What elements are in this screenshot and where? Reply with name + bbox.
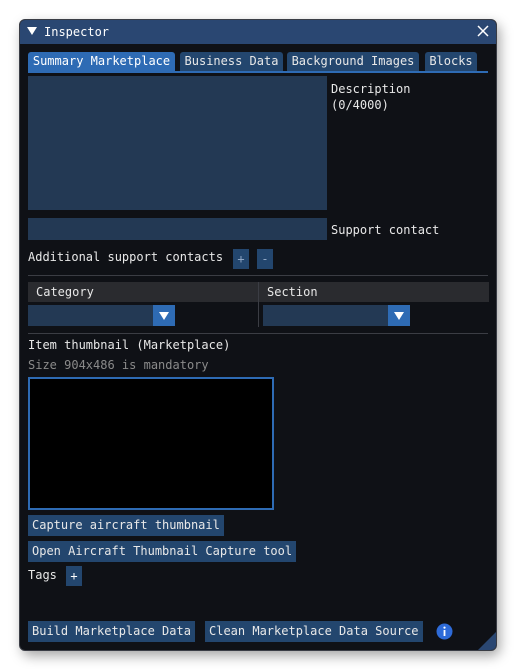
section-header: Section <box>259 282 489 302</box>
collapse-arrow-icon[interactable] <box>26 25 38 37</box>
open-capture-tool-button[interactable]: Open Aircraft Thumbnail Capture tool <box>28 541 297 562</box>
support-contact-input[interactable] <box>28 218 327 240</box>
capture-thumbnail-button[interactable]: Capture aircraft thumbnail <box>28 515 224 536</box>
build-marketplace-data-button[interactable]: Build Marketplace Data <box>28 621 195 642</box>
thumbnail-label: Item thumbnail (Marketplace) <box>28 338 231 352</box>
additional-contacts-label: Additional support contacts <box>28 250 224 264</box>
info-icon[interactable] <box>436 623 453 640</box>
thumbnail-hint: Size 904x486 is mandatory <box>28 358 209 372</box>
close-icon[interactable] <box>476 24 490 38</box>
thumbnail-preview[interactable] <box>28 377 274 510</box>
category-dropdown[interactable] <box>28 305 175 326</box>
remove-contact-button[interactable]: - <box>257 249 273 269</box>
separator <box>28 275 488 276</box>
window-title: Inspector <box>44 25 110 39</box>
category-header: Category <box>28 282 258 302</box>
section-dropdown-button[interactable] <box>388 305 410 326</box>
chevron-down-icon <box>394 312 404 320</box>
tab-business-data[interactable]: Business Data <box>180 52 283 71</box>
section-dropdown[interactable] <box>263 305 410 326</box>
support-contact-label: Support contact <box>331 223 440 237</box>
description-label: Description (0/4000) <box>331 82 411 112</box>
clean-marketplace-data-source-button[interactable]: Clean Marketplace Data Source <box>205 621 423 642</box>
tab-background-images[interactable]: Background Images <box>287 52 419 71</box>
tags-label: Tags <box>28 568 57 582</box>
add-tag-button[interactable]: + <box>66 566 82 586</box>
resize-grip-icon[interactable] <box>478 632 496 650</box>
description-textarea[interactable] <box>28 76 327 210</box>
title-bar[interactable]: Inspector <box>20 20 496 44</box>
tab-blocks[interactable]: Blocks <box>425 52 477 71</box>
chevron-down-icon <box>159 312 169 320</box>
separator <box>28 333 488 334</box>
tab-summary-marketplace[interactable]: Summary Marketplace <box>28 52 175 71</box>
tab-underline <box>28 71 488 73</box>
column-divider <box>258 282 259 327</box>
inspector-window: Inspector Summary Marketplace Business D… <box>19 19 497 651</box>
add-contact-button[interactable]: + <box>233 249 249 269</box>
category-dropdown-button[interactable] <box>153 305 175 326</box>
